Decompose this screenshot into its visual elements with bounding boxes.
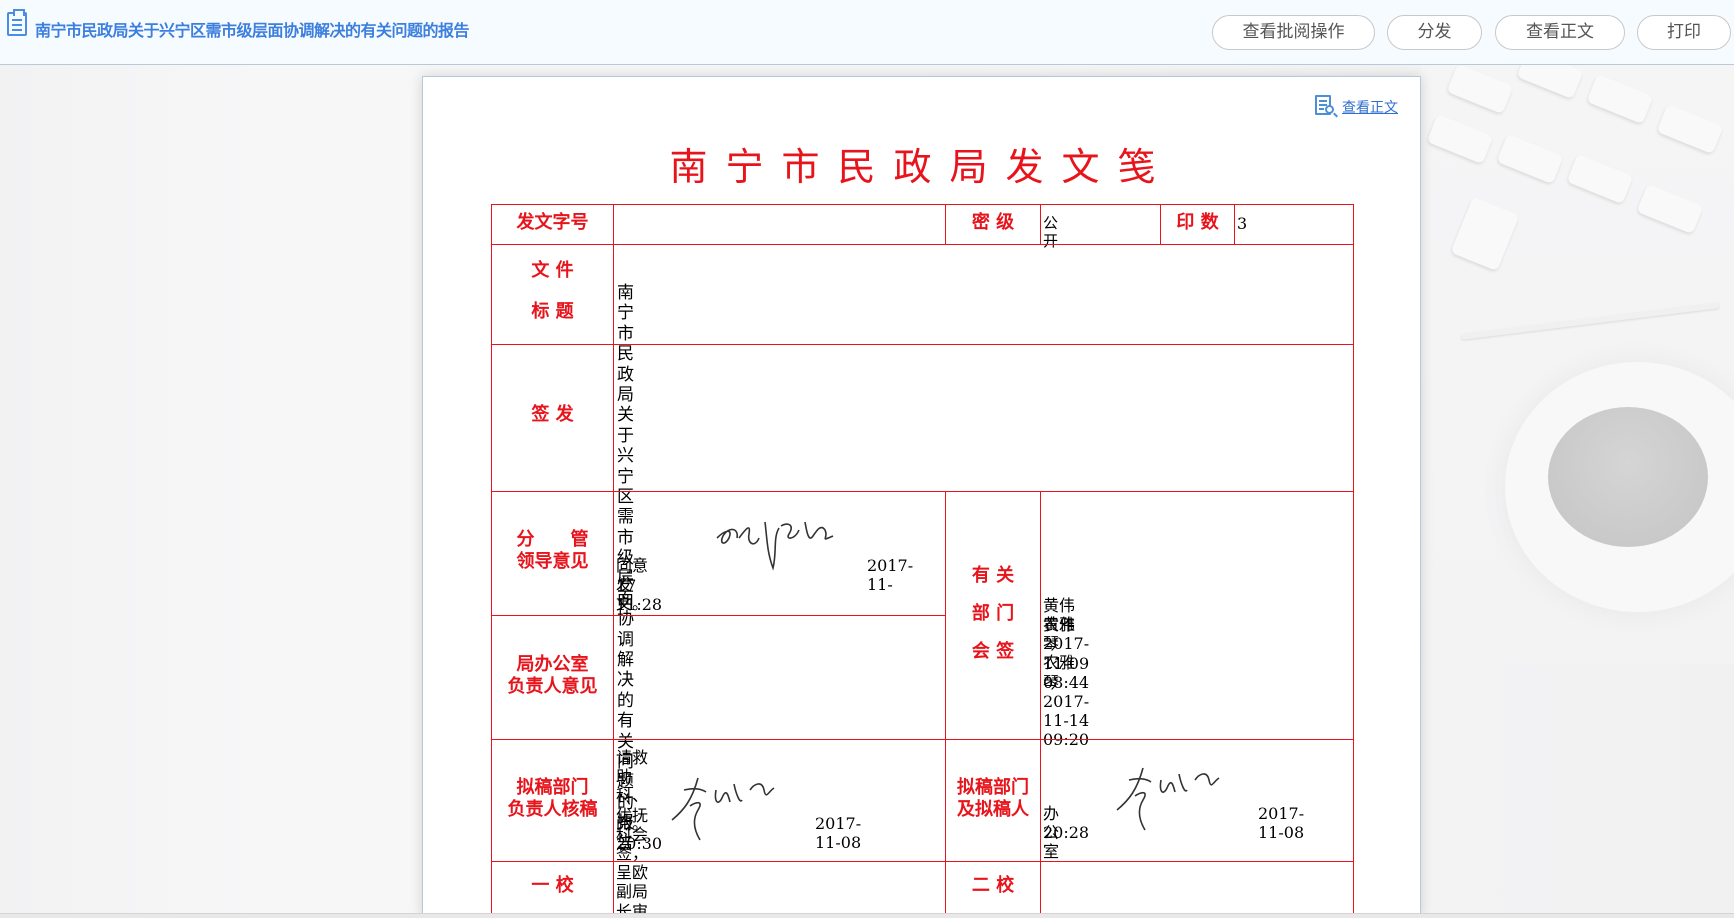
view-main-text-button[interactable]: 查看正文 bbox=[1495, 15, 1625, 50]
drafter-label-2: 及拟稿人 bbox=[957, 799, 1029, 820]
proof1-field bbox=[613, 861, 946, 918]
clipboard-icon bbox=[7, 9, 27, 36]
drafter-review-time-2: 20:30 bbox=[616, 834, 663, 853]
view-main-text-link[interactable]: 查看正文 bbox=[1315, 95, 1398, 119]
proof2-field bbox=[1040, 861, 1354, 918]
office-opinion-label-1: 局办公室 bbox=[516, 654, 589, 675]
drafter-review-label-2: 负责人核稿 bbox=[507, 799, 598, 820]
doc-number-field bbox=[613, 204, 946, 245]
copies-value: 3 bbox=[1237, 214, 1248, 233]
document-search-icon bbox=[1315, 95, 1338, 119]
drafter-time-1: 2017-11-08 bbox=[1258, 804, 1305, 843]
office-opinion-field bbox=[613, 615, 946, 740]
drafter-review-signature bbox=[671, 777, 775, 841]
secret-level-label: 密 级 bbox=[971, 212, 1015, 233]
office-opinion-label-2: 负责人意见 bbox=[507, 676, 598, 697]
drafter-review-label-1: 拟稿部门 bbox=[516, 777, 589, 798]
leader-opinion-label-2: 领导意见 bbox=[516, 551, 589, 572]
leader-opinion-label-1: 分 管 bbox=[516, 529, 589, 550]
drafter-time-2: 20:28 bbox=[1043, 823, 1090, 842]
leader-signature bbox=[716, 521, 834, 571]
drafter-review-time-1: 2017-11-08 bbox=[815, 814, 862, 853]
leader-opinion-time-2: 17 11:28 bbox=[616, 576, 663, 615]
doc-number-label: 发文字号 bbox=[516, 212, 589, 233]
drafter-signature bbox=[1116, 767, 1220, 831]
sign-issue-field bbox=[613, 344, 1354, 492]
related-dept-label-3: 会 签 bbox=[971, 641, 1015, 662]
secret-level-field bbox=[1040, 204, 1161, 245]
copies-label: 印 数 bbox=[1176, 212, 1219, 233]
drafter-review-text-2: 阅。 bbox=[616, 814, 649, 833]
top-bar: 南宁市民政局关于兴宁区需市级层面协调解决的有关问题的报告 查看批阅操作 分发 查… bbox=[0, 0, 1734, 65]
view-review-actions-button[interactable]: 查看批阅操作 bbox=[1212, 15, 1375, 50]
page-title: 南宁市民政局关于兴宁区需市级层面协调解决的有关问题的报告 bbox=[35, 21, 470, 40]
keyboard-decoration bbox=[1420, 64, 1734, 324]
proof1-label: 一 校 bbox=[531, 875, 574, 896]
file-title-label-1: 文 件 bbox=[531, 260, 574, 281]
document-heading: 南宁市民政局发文笺 bbox=[669, 145, 1174, 189]
drafter-label-1: 拟稿部门 bbox=[957, 777, 1029, 798]
file-title-field bbox=[613, 244, 1354, 345]
related-dept-label-1: 有 关 bbox=[971, 565, 1015, 586]
leader-opinion-time-1: 2017-11- bbox=[867, 556, 914, 595]
file-title-label-2: 标 题 bbox=[531, 301, 574, 322]
bottom-edge bbox=[0, 913, 1734, 918]
print-button[interactable]: 打印 bbox=[1637, 15, 1731, 50]
proof2-label: 二 校 bbox=[971, 875, 1015, 896]
related-dept-label-2: 部 门 bbox=[971, 603, 1015, 624]
related-dept-line-2: 农雅琴 农雅琴 2017-11-14 09:20 bbox=[1043, 615, 1090, 750]
view-main-text-label[interactable]: 查看正文 bbox=[1342, 97, 1398, 117]
sign-issue-label: 签 发 bbox=[531, 404, 574, 425]
distribute-button[interactable]: 分发 bbox=[1387, 15, 1482, 50]
copies-field bbox=[1234, 204, 1354, 245]
